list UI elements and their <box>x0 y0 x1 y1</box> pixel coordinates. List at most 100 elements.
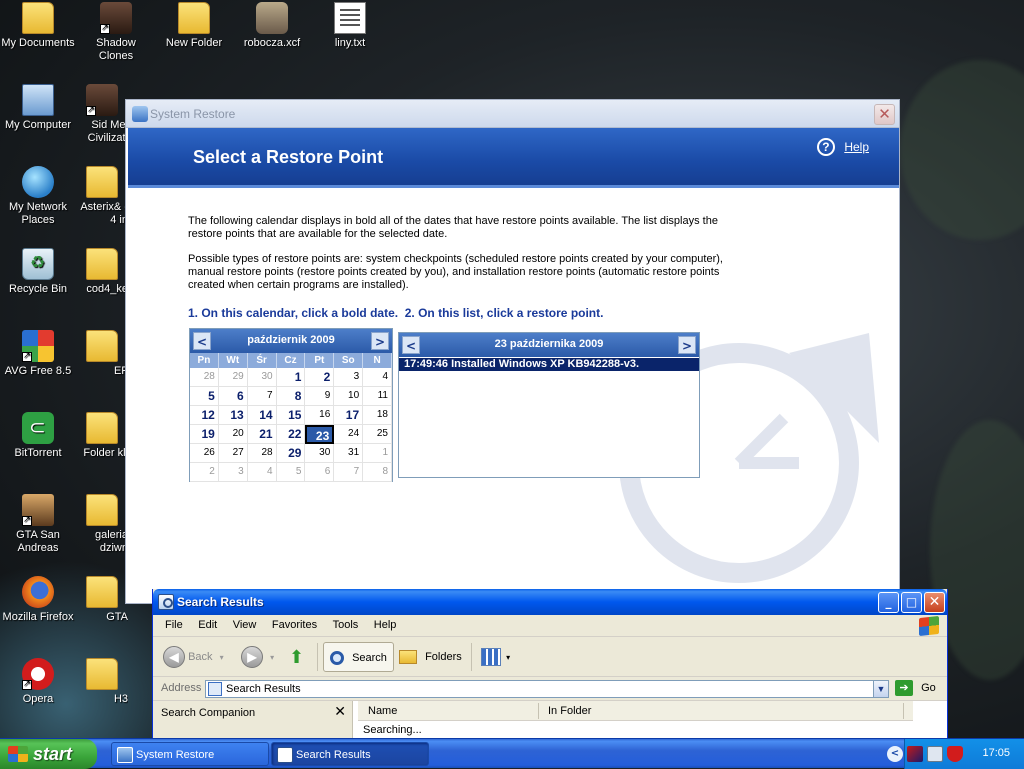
calendar-day[interactable]: 15 <box>276 406 306 425</box>
desktop-icon-robocza-xcf[interactable]: robocza.xcf <box>234 2 310 50</box>
taskbar-item-system-restore[interactable]: System Restore <box>111 742 269 766</box>
calendar-day[interactable]: 25 <box>363 425 392 444</box>
desktop-icon-ef[interactable]: EF <box>76 330 128 378</box>
tray-security-icon[interactable] <box>947 746 963 762</box>
desktop-icon-network-places[interactable]: My Network Places <box>0 166 76 227</box>
up-folder-button[interactable]: ⬆ <box>289 642 304 672</box>
calendar-day[interactable]: 24 <box>334 425 364 444</box>
calendar-day[interactable]: 30 <box>247 368 277 387</box>
taskbar-item-search-results[interactable]: Search Results <box>271 742 429 766</box>
forward-button[interactable]: ▶ ▾ <box>241 642 274 672</box>
calendar-day[interactable]: 21 <box>247 425 277 444</box>
calendar-day[interactable]: 6 <box>218 387 248 406</box>
calendar-day[interactable]: 4 <box>363 368 392 387</box>
calendar-day[interactable]: 14 <box>247 406 277 425</box>
calendar-day[interactable]: 29 <box>218 368 248 387</box>
calendar-day[interactable]: 7 <box>247 387 277 406</box>
tray-network-icon[interactable] <box>927 746 943 762</box>
calendar-day[interactable]: 26 <box>190 444 219 463</box>
desktop-icon-avg[interactable]: AVG Free 8.5 <box>0 330 76 378</box>
calendar-day[interactable]: 4 <box>247 463 277 482</box>
calendar-day[interactable]: 3 <box>334 368 364 387</box>
menu-help[interactable]: Help <box>368 615 403 635</box>
companion-close-icon[interactable]: ✕ <box>334 703 346 720</box>
calendar-day[interactable]: 22 <box>276 425 306 444</box>
calendar-day[interactable]: 18 <box>363 406 392 425</box>
calendar-next-month-button[interactable]: > <box>371 332 389 350</box>
desktop-icon-shadow-clones[interactable]: Shadow Clones <box>78 2 154 63</box>
calendar-day[interactable]: 28 <box>190 368 219 387</box>
desktop-icon-my-documents[interactable]: My Documents <box>0 2 76 50</box>
calendar-day-selected[interactable]: 23 <box>305 425 335 444</box>
desktop-icon-folder-kli[interactable]: Folder kli <box>76 412 128 460</box>
calendar-day[interactable]: 8 <box>363 463 392 482</box>
menu-tools[interactable]: Tools <box>327 615 365 635</box>
desktop-icon-gta-san-andreas[interactable]: GTA San Andreas <box>0 494 76 555</box>
calendar-day[interactable]: 2 <box>190 463 219 482</box>
folders-button[interactable]: Folders <box>399 642 462 672</box>
calendar-day[interactable]: 27 <box>218 444 248 463</box>
calendar-day[interactable]: 3 <box>218 463 248 482</box>
search-button[interactable]: Search <box>323 642 394 672</box>
column-divider[interactable] <box>538 703 539 719</box>
back-dropdown-icon[interactable]: ▾ <box>220 653 224 662</box>
calendar-day[interactable]: 12 <box>190 406 219 425</box>
minimize-button[interactable]: _ <box>878 592 899 613</box>
help-link[interactable]: Help <box>844 140 869 154</box>
calendar-day[interactable]: 7 <box>334 463 364 482</box>
calendar-day[interactable]: 13 <box>218 406 248 425</box>
calendar-day[interactable]: 31 <box>334 444 364 463</box>
calendar-day[interactable]: 8 <box>276 387 306 406</box>
calendar-day[interactable]: 29 <box>276 444 306 463</box>
desktop-icon-new-folder[interactable]: New Folder <box>156 2 232 50</box>
menu-view[interactable]: View <box>227 615 263 635</box>
calendar-day[interactable]: 5 <box>276 463 306 482</box>
calendar-day[interactable]: 28 <box>247 444 277 463</box>
restore-close-button[interactable]: ✕ <box>874 104 895 125</box>
calendar-day[interactable]: 1 <box>363 444 392 463</box>
calendar-day[interactable]: 20 <box>218 425 248 444</box>
calendar-day[interactable]: 9 <box>305 387 335 406</box>
go-button[interactable]: ➔ Go <box>895 680 936 696</box>
calendar-day[interactable]: 11 <box>363 387 392 406</box>
search-title-bar[interactable]: Search Results _ □ ✕ <box>153 589 947 615</box>
desktop-icon-asterix[interactable]: Asterix& - 4 in <box>76 166 128 227</box>
menu-file[interactable]: File <box>159 615 189 635</box>
address-dropdown-button[interactable]: ▼ <box>873 680 889 698</box>
calendar-day[interactable]: 30 <box>305 444 335 463</box>
desktop-icon-firefox[interactable]: Mozilla Firefox <box>0 576 76 624</box>
start-button[interactable]: start <box>0 739 97 769</box>
restore-title-bar[interactable]: System Restore ✕ <box>126 100 899 128</box>
calendar-day[interactable]: 17 <box>334 406 364 425</box>
back-button[interactable]: ◀ Back ▾ <box>163 642 224 672</box>
forward-dropdown-icon[interactable]: ▾ <box>270 653 274 662</box>
calendar-day[interactable]: 6 <box>305 463 335 482</box>
column-in-folder[interactable]: In Folder <box>548 705 591 717</box>
desktop-icon-civilization[interactable]: Sid Mei Civilizati <box>76 84 128 145</box>
calendar-day[interactable]: 19 <box>190 425 219 444</box>
calendar-day[interactable]: 16 <box>305 406 335 425</box>
calendar-day[interactable]: 10 <box>334 387 364 406</box>
desktop-icon-bittorrent[interactable]: BitTorrent <box>0 412 76 460</box>
calendar-day[interactable]: 2 <box>305 368 335 387</box>
tray-expand-icon[interactable]: < <box>887 746 903 762</box>
address-field[interactable]: Search Results <box>205 680 889 698</box>
menu-edit[interactable]: Edit <box>192 615 223 635</box>
desktop-icon-my-computer[interactable]: My Computer <box>0 84 76 132</box>
desktop-icon-opera[interactable]: Opera <box>0 658 76 706</box>
menu-favorites[interactable]: Favorites <box>266 615 323 635</box>
list-next-day-button[interactable]: > <box>678 336 696 354</box>
tray-app-icon[interactable] <box>907 746 923 762</box>
column-divider[interactable] <box>903 703 904 719</box>
desktop-icon-cod4[interactable]: cod4_ke <box>76 248 128 296</box>
restore-point-item[interactable]: 17:49:46 Installed Windows XP KB942288-v… <box>399 358 699 371</box>
maximize-button[interactable]: □ <box>901 592 922 613</box>
list-prev-day-button[interactable]: < <box>402 336 420 354</box>
calendar-day[interactable]: 5 <box>190 387 219 406</box>
desktop-icon-galeria[interactable]: galeria dziwn <box>76 494 128 555</box>
help-icon[interactable]: ? <box>816 138 835 156</box>
desktop-icon-recycle-bin[interactable]: Recycle Bin <box>0 248 76 296</box>
calendar-day[interactable]: 1 <box>276 368 306 387</box>
column-name[interactable]: Name <box>368 705 397 717</box>
calendar-prev-month-button[interactable]: < <box>193 332 211 350</box>
